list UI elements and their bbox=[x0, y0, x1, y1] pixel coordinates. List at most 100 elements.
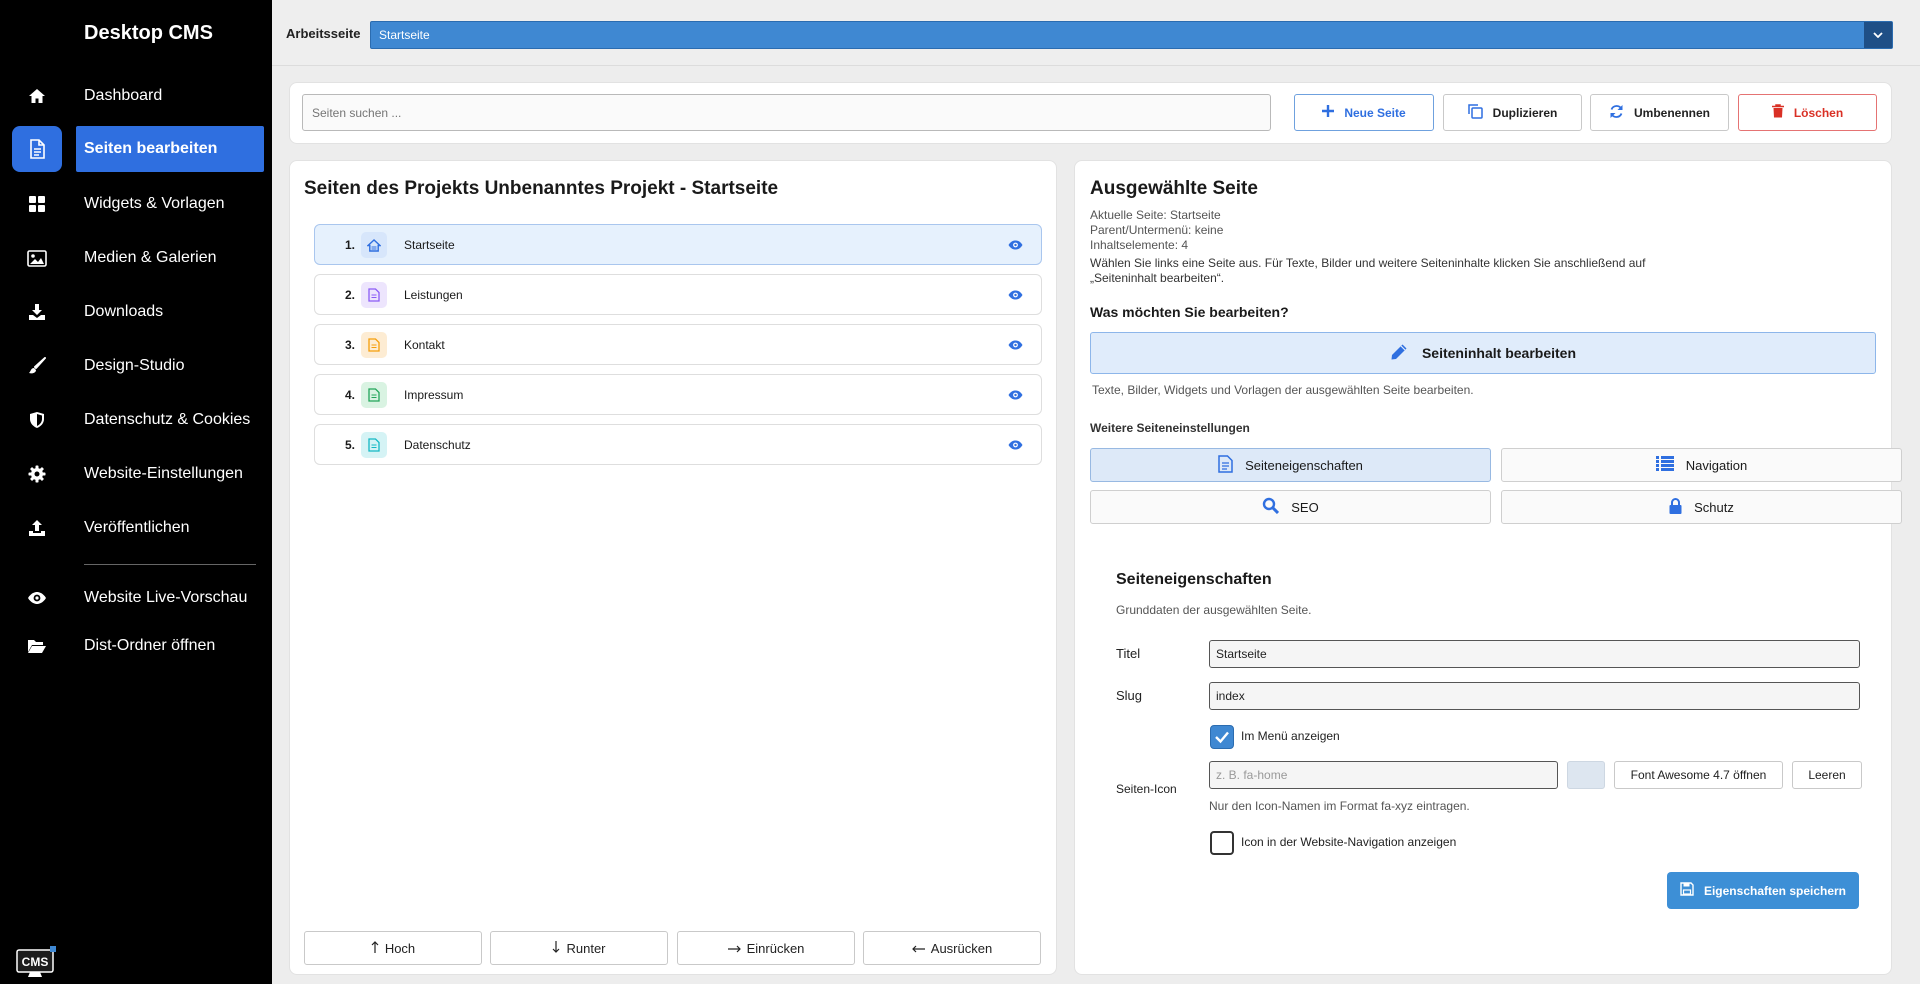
page-icon-field[interactable]: z. B. fa-home bbox=[1209, 761, 1558, 789]
eye-icon[interactable] bbox=[1008, 289, 1023, 303]
workpage-select[interactable]: Startseite bbox=[370, 21, 1893, 49]
title-field-value: Startseite bbox=[1216, 647, 1267, 661]
icon-preview bbox=[1567, 761, 1605, 789]
sidebar-item-label: Dist-Ordner öffnen bbox=[84, 637, 216, 654]
workpage-select-value: Startseite bbox=[379, 28, 430, 42]
title-field[interactable]: Startseite bbox=[1209, 640, 1860, 668]
arrow-right-icon bbox=[727, 941, 741, 956]
duplicate-label: Duplizieren bbox=[1492, 105, 1558, 120]
page-row[interactable]: 1. Startseite bbox=[314, 224, 1042, 265]
arrow-up-icon bbox=[371, 940, 379, 956]
sidebar-item-label: Veröffentlichen bbox=[84, 519, 190, 536]
clear-icon-label: Leeren bbox=[1808, 768, 1846, 782]
clear-icon-button[interactable]: Leeren bbox=[1792, 761, 1862, 789]
outdent-label: Ausrücken bbox=[930, 940, 993, 956]
eye-icon[interactable] bbox=[1008, 389, 1023, 403]
file-text-icon bbox=[1218, 454, 1233, 476]
shield-icon bbox=[12, 397, 62, 443]
page-row[interactable]: 2. Leistungen bbox=[314, 274, 1042, 315]
sidebar-item-settings[interactable]: Website-Einstellungen bbox=[0, 451, 272, 497]
image-icon bbox=[12, 235, 62, 281]
sidebar-item-downloads[interactable]: Downloads bbox=[0, 289, 272, 335]
sidebar-item-label: Seiten bearbeiten bbox=[76, 126, 264, 172]
sidebar-item-pages[interactable]: Seiten bearbeiten bbox=[0, 126, 272, 172]
file-icon bbox=[361, 432, 387, 458]
sidebar-item-privacy[interactable]: Datenschutz & Cookies bbox=[0, 397, 272, 443]
delete-button[interactable]: Löschen bbox=[1738, 94, 1877, 131]
font-awesome-button[interactable]: Font Awesome 4.7 öffnen bbox=[1614, 761, 1783, 789]
properties-title: Seiteneigenschaften bbox=[1116, 571, 1272, 588]
sidebar-item-label: Medien & Galerien bbox=[84, 249, 217, 266]
icon-hint: Nur den Icon-Namen im Format fa-xyz eint… bbox=[1209, 799, 1470, 813]
tab-navigation[interactable]: Navigation bbox=[1501, 448, 1902, 482]
properties-subtitle: Grunddaten der ausgewählten Seite. bbox=[1116, 603, 1312, 617]
move-down-button[interactable]: Runter bbox=[490, 931, 668, 965]
page-row[interactable]: 4. Impressum bbox=[314, 374, 1042, 415]
tab-properties[interactable]: Seiteneigenschaften bbox=[1090, 448, 1491, 482]
check-icon bbox=[1215, 731, 1229, 744]
list-icon bbox=[1655, 456, 1674, 474]
eye-icon[interactable] bbox=[1008, 339, 1023, 353]
indent-label: Einrücken bbox=[746, 940, 805, 956]
sidebar-item-dashboard[interactable]: Dashboard bbox=[0, 73, 272, 119]
refresh-icon bbox=[1609, 104, 1624, 122]
cms-logo: CMS bbox=[16, 946, 58, 978]
sidebar-item-design[interactable]: Design-Studio bbox=[0, 343, 272, 389]
grid-icon bbox=[12, 181, 62, 227]
show-in-menu-checkbox[interactable] bbox=[1210, 725, 1234, 749]
cms-logo-text: CMS bbox=[22, 955, 49, 969]
folder-open-icon bbox=[12, 623, 62, 669]
save-icon bbox=[1680, 882, 1694, 899]
arrow-down-icon bbox=[552, 940, 560, 956]
sidebar-item-media[interactable]: Medien & Galerien bbox=[0, 235, 272, 281]
file-icon bbox=[361, 282, 387, 308]
tab-seo[interactable]: SEO bbox=[1090, 490, 1491, 524]
page-row[interactable]: 3. Kontakt bbox=[314, 324, 1042, 365]
edit-content-button[interactable]: Seiteninhalt bearbeiten bbox=[1090, 332, 1876, 374]
eye-icon[interactable] bbox=[1008, 239, 1023, 253]
hint-text: Wählen Sie links eine Seite aus. Für Tex… bbox=[1090, 256, 1646, 270]
edit-question: Was möchten Sie bearbeiten? bbox=[1090, 304, 1289, 320]
page-number: 1. bbox=[344, 238, 355, 252]
brush-icon bbox=[12, 343, 62, 389]
sidebar-item-dist-folder[interactable]: Dist-Ordner öffnen bbox=[0, 623, 272, 669]
show-icon-nav-checkbox[interactable] bbox=[1210, 831, 1234, 855]
page-row[interactable]: 5. Datenschutz bbox=[314, 424, 1042, 465]
move-up-button[interactable]: Hoch bbox=[304, 931, 482, 965]
sidebar-item-widgets[interactable]: Widgets & Vorlagen bbox=[0, 181, 272, 227]
search-input[interactable] bbox=[302, 94, 1271, 131]
sidebar-item-publish[interactable]: Veröffentlichen bbox=[0, 505, 272, 551]
chevron-down-icon bbox=[1864, 22, 1892, 48]
tab-protection[interactable]: Schutz bbox=[1501, 490, 1902, 524]
workpage-label: Arbeitsseite bbox=[286, 26, 361, 41]
eye-icon[interactable] bbox=[1008, 439, 1023, 453]
rename-button[interactable]: Umbenennen bbox=[1590, 94, 1729, 131]
current-page-info: Aktuelle Seite: Startseite bbox=[1090, 208, 1221, 222]
hint-text-2: „Seiteninhalt bearbeiten“. bbox=[1090, 271, 1225, 285]
edit-content-label: Seiteninhalt bearbeiten bbox=[1421, 345, 1577, 361]
sidebar-item-live-preview[interactable]: Website Live-Vorschau bbox=[0, 575, 272, 621]
file-icon bbox=[361, 332, 387, 358]
new-page-button[interactable]: Neue Seite bbox=[1294, 94, 1434, 131]
more-settings-label: Weitere Seiteneinstellungen bbox=[1090, 421, 1250, 435]
slug-field[interactable]: index bbox=[1209, 682, 1860, 710]
page-title: Datenschutz bbox=[404, 438, 471, 452]
outdent-button[interactable]: Ausrücken bbox=[863, 931, 1041, 965]
page-icon-label: Seiten-Icon bbox=[1116, 782, 1177, 796]
pencil-icon bbox=[1390, 343, 1408, 364]
duplicate-button[interactable]: Duplizieren bbox=[1443, 94, 1582, 131]
sidebar-item-label: Dashboard bbox=[84, 87, 163, 104]
file-icon bbox=[361, 382, 387, 408]
tab-properties-label: Seiteneigenschaften bbox=[1245, 457, 1363, 473]
page-icon-placeholder: z. B. fa-home bbox=[1216, 768, 1288, 782]
move-up-label: Hoch bbox=[384, 940, 416, 956]
copy-icon bbox=[1467, 103, 1483, 122]
save-properties-label: Eigenschaften speichern bbox=[1703, 883, 1847, 898]
gear-icon bbox=[12, 451, 62, 497]
home-icon bbox=[12, 73, 62, 119]
save-properties-button[interactable]: Eigenschaften speichern bbox=[1667, 872, 1859, 909]
page-number: 4. bbox=[344, 388, 355, 402]
indent-button[interactable]: Einrücken bbox=[677, 931, 855, 965]
eye-icon bbox=[12, 575, 62, 621]
tab-protection-label: Schutz bbox=[1694, 499, 1734, 515]
